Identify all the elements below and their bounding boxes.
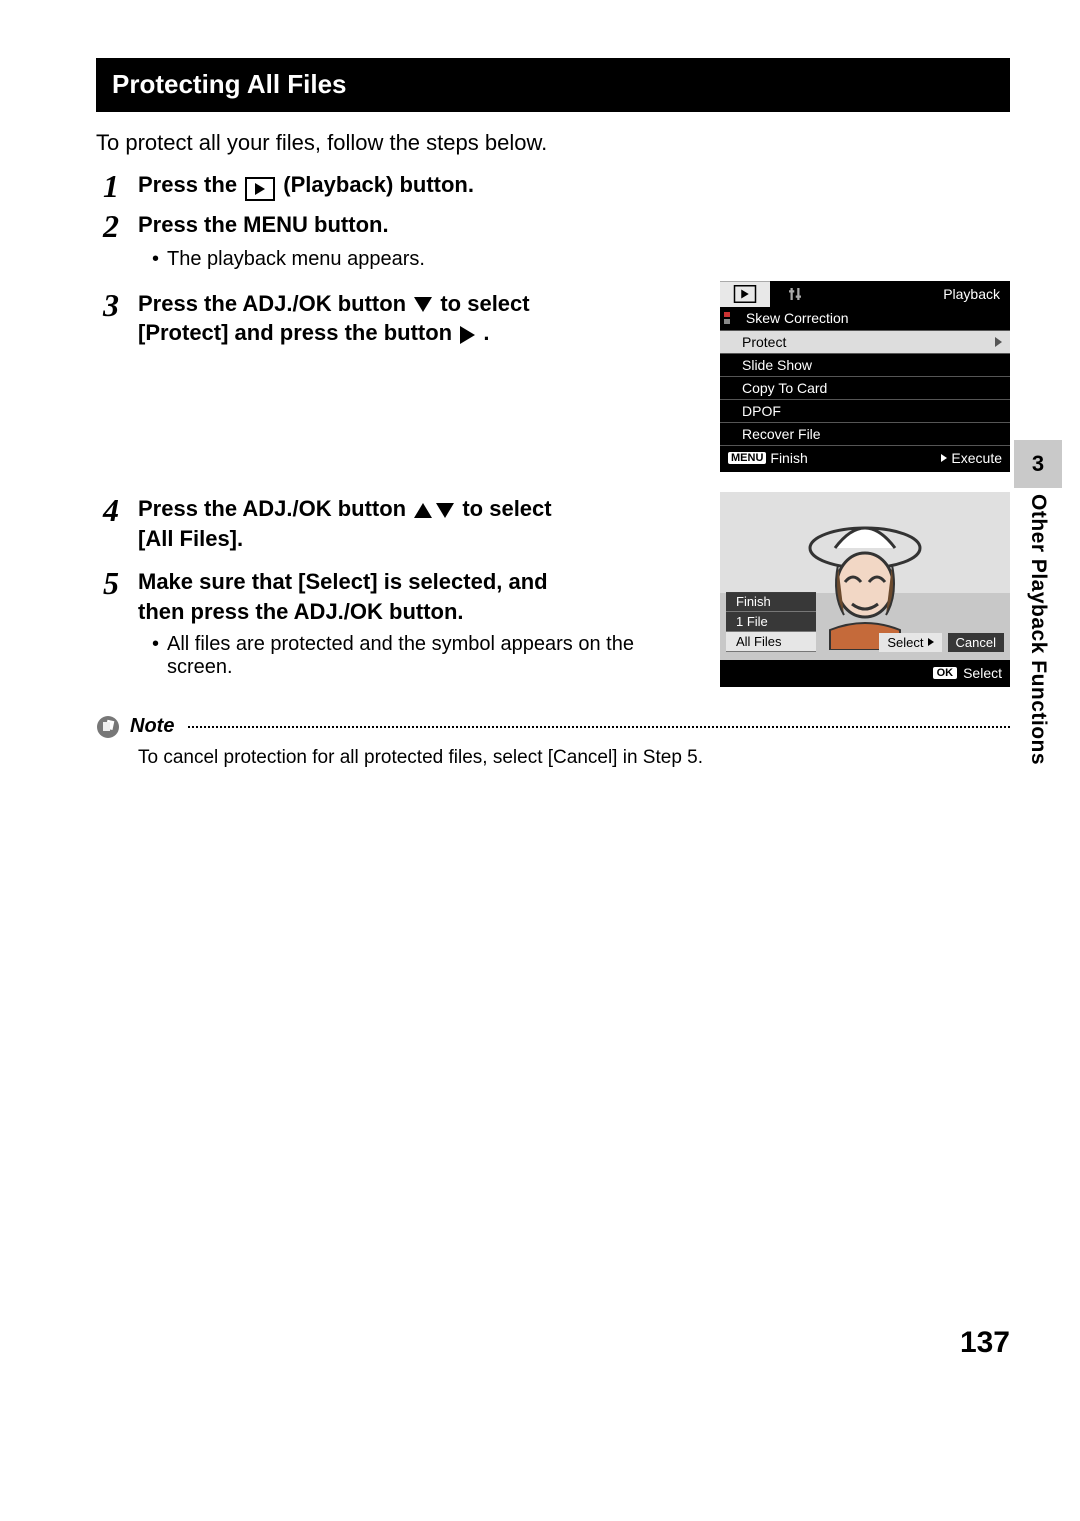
step-1: 1 Press the (Playback) button. <box>96 170 1010 202</box>
note-heading: Note <box>96 715 1010 739</box>
chapter-number: 3 <box>1014 440 1062 488</box>
protect-option: 1 File <box>726 612 816 632</box>
down-triangle-icon <box>436 503 454 518</box>
playback-menu-screenshot: Playback Skew Correction Protect Slide S… <box>720 281 1010 472</box>
step-2: 2 Press the MENU button. •The playback m… <box>96 210 1010 271</box>
menu-item: Copy To Card <box>720 377 1010 400</box>
section-header: Protecting All Files <box>96 58 1010 112</box>
right-triangle-icon <box>928 638 934 646</box>
menu-item: DPOF <box>720 400 1010 423</box>
step-title: Press the ADJ./OK button to select [Prot… <box>138 289 578 348</box>
menu-item: Slide Show <box>720 354 1010 377</box>
menu-item: Recover File <box>720 423 1010 446</box>
up-triangle-icon <box>414 503 432 518</box>
step-number: 1 <box>96 170 126 202</box>
step-5: 5 Make sure that [Select] is selected, a… <box>96 567 702 678</box>
protect-action-selected: Select <box>879 633 941 652</box>
playback-icon <box>245 177 275 201</box>
setup-tab-icon <box>770 281 820 307</box>
menu-finish-hint: MENU Finish <box>728 450 808 466</box>
step-number: 5 <box>96 567 126 599</box>
note-label: Note <box>130 715 174 738</box>
section-title: Protecting All Files <box>112 69 347 99</box>
menu-item-selected: Protect <box>720 331 1010 354</box>
protect-action-row: Select Cancel <box>879 633 1004 652</box>
protect-action: Cancel <box>948 633 1004 652</box>
step-2-bullet: •The playback menu appears. <box>152 248 1010 271</box>
protect-option: Finish <box>726 592 816 612</box>
note-divider <box>188 726 1010 728</box>
step-title: Press the ADJ./OK button to select [All … <box>138 494 578 553</box>
down-triangle-icon <box>414 297 432 312</box>
right-triangle-icon <box>460 326 475 344</box>
step-number: 2 <box>96 210 126 242</box>
menu-item: Skew Correction <box>720 307 1010 331</box>
intro-text: To protect all your files, follow the st… <box>96 128 1010 158</box>
menu-execute-hint: Execute <box>941 450 1002 466</box>
note-text: To cancel protection for all protected f… <box>138 747 778 769</box>
step-5-bullet: •All files are protected and the symbol … <box>152 633 702 679</box>
step-title: Press the (Playback) button. <box>138 170 838 201</box>
step-4: 4 Press the ADJ./OK button to select [Al… <box>96 494 702 553</box>
protect-option-list: Finish 1 File All Files <box>726 592 816 652</box>
protect-option-selected: All Files <box>726 632 816 652</box>
step-number: 3 <box>96 289 126 321</box>
protect-options-screenshot: Finish 1 File All Files Select Cancel OK <box>720 492 1010 687</box>
step-title: Press the MENU button. <box>138 210 838 240</box>
step-number: 4 <box>96 494 126 526</box>
step-title: Make sure that [Select] is selected, and… <box>138 567 578 626</box>
protect-footer-hint: OK Select <box>720 660 1010 687</box>
note-icon <box>96 715 120 739</box>
chapter-side-tab: 3 Other Playback Functions <box>1014 440 1062 765</box>
page-number: 137 <box>960 1326 1010 1360</box>
step-3: 3 Press the ADJ./OK button to select [Pr… <box>96 289 702 348</box>
chapter-label: Other Playback Functions <box>1026 494 1050 765</box>
playback-tab-icon <box>720 281 770 307</box>
playback-tab-label: Playback <box>820 281 1010 307</box>
